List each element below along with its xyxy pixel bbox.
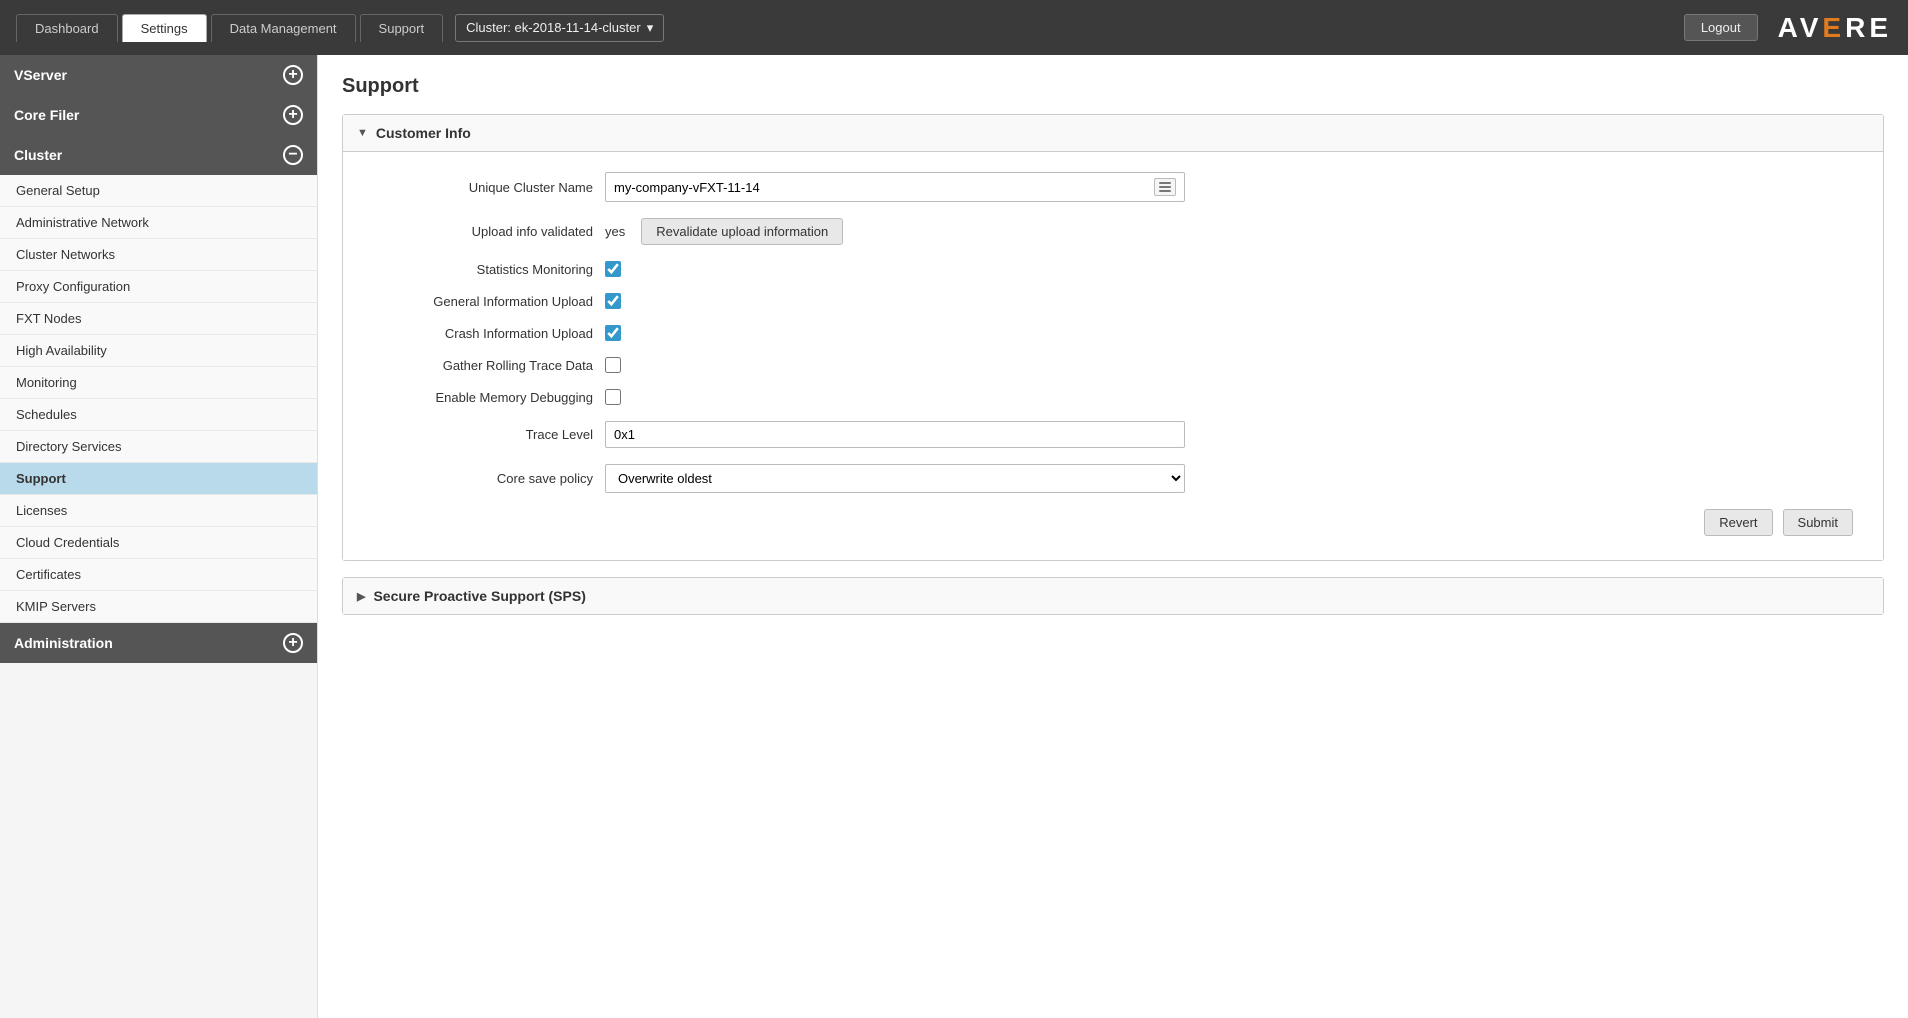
statistics-monitoring-row: Statistics Monitoring	[373, 261, 1853, 277]
vserver-expand-icon[interactable]: +	[283, 65, 303, 85]
revalidate-button[interactable]: Revalidate upload information	[641, 218, 843, 245]
gather-rolling-trace-row: Gather Rolling Trace Data	[373, 357, 1853, 373]
cluster-label: Cluster	[14, 147, 62, 163]
sidebar-section-administration[interactable]: Administration +	[0, 623, 317, 663]
revert-button[interactable]: Revert	[1704, 509, 1772, 536]
page-title: Support	[342, 75, 1884, 98]
upload-info-validated-row: Upload info validated yes Revalidate upl…	[373, 218, 1853, 245]
core-save-policy-value: Overwrite oldest Keep newest Disabled	[605, 464, 1185, 493]
list-icon[interactable]	[1154, 178, 1176, 196]
cluster-name: Cluster: ek-2018-11-14-cluster	[466, 20, 641, 35]
crash-info-upload-checkbox[interactable]	[605, 325, 621, 341]
statistics-monitoring-checkbox[interactable]	[605, 261, 621, 277]
sidebar-item-monitoring[interactable]: Monitoring	[0, 367, 317, 399]
trace-level-input[interactable]	[605, 421, 1185, 448]
sidebar-section-core-filer[interactable]: Core Filer +	[0, 95, 317, 135]
trace-level-value	[605, 421, 1185, 448]
upload-info-validated-label: Upload info validated	[373, 224, 593, 239]
core-save-policy-label: Core save policy	[373, 471, 593, 486]
unique-cluster-name-input[interactable]	[614, 180, 1154, 195]
gather-rolling-trace-label: Gather Rolling Trace Data	[373, 358, 593, 373]
unique-cluster-name-label: Unique Cluster Name	[373, 180, 593, 195]
trace-level-label: Trace Level	[373, 427, 593, 442]
statistics-monitoring-label: Statistics Monitoring	[373, 262, 593, 277]
avere-logo: AVERE	[1778, 12, 1892, 44]
administration-label: Administration	[14, 635, 113, 651]
topbar: Dashboard Settings Data Management Suppo…	[0, 0, 1908, 55]
gather-rolling-trace-value	[605, 357, 621, 373]
customer-info-body: Unique Cluster Name Upload info validate…	[343, 152, 1883, 560]
sidebar-item-kmip-servers[interactable]: KMIP Servers	[0, 591, 317, 623]
tab-data-management[interactable]: Data Management	[211, 14, 356, 42]
content: Support ▼ Customer Info Unique Cluster N…	[318, 55, 1908, 1018]
general-info-upload-row: General Information Upload	[373, 293, 1853, 309]
core-save-policy-select[interactable]: Overwrite oldest Keep newest Disabled	[605, 464, 1185, 493]
gather-rolling-trace-checkbox[interactable]	[605, 357, 621, 373]
main-layout: VServer + Core Filer + Cluster − General…	[0, 55, 1908, 1018]
sps-triangle-icon: ▶	[357, 590, 365, 603]
administration-expand-icon[interactable]: +	[283, 633, 303, 653]
sidebar-item-proxy-configuration[interactable]: Proxy Configuration	[0, 271, 317, 303]
sidebar-item-schedules[interactable]: Schedules	[0, 399, 317, 431]
tab-support[interactable]: Support	[360, 14, 444, 42]
cluster-selector[interactable]: Cluster: ek-2018-11-14-cluster ▾	[455, 14, 664, 42]
sidebar-item-administrative-network[interactable]: Administrative Network	[0, 207, 317, 239]
enable-memory-debug-value	[605, 389, 621, 405]
chevron-down-icon: ▾	[647, 20, 654, 36]
cluster-collapse-icon[interactable]: −	[283, 145, 303, 165]
sps-label: Secure Proactive Support (SPS)	[373, 588, 585, 604]
logout-button[interactable]: Logout	[1684, 14, 1758, 41]
sidebar-item-cloud-credentials[interactable]: Cloud Credentials	[0, 527, 317, 559]
customer-info-label: Customer Info	[376, 125, 471, 141]
enable-memory-debug-checkbox[interactable]	[605, 389, 621, 405]
sidebar-item-high-availability[interactable]: High Availability	[0, 335, 317, 367]
trace-level-row: Trace Level	[373, 421, 1853, 448]
sidebar-item-general-setup[interactable]: General Setup	[0, 175, 317, 207]
core-save-policy-row: Core save policy Overwrite oldest Keep n…	[373, 464, 1853, 493]
sps-header[interactable]: ▶ Secure Proactive Support (SPS)	[343, 578, 1883, 614]
upload-info-validated-value: yes Revalidate upload information	[605, 218, 843, 245]
enable-memory-debug-label: Enable Memory Debugging	[373, 390, 593, 405]
core-filer-label: Core Filer	[14, 107, 79, 123]
core-filer-expand-icon[interactable]: +	[283, 105, 303, 125]
sidebar-item-licenses[interactable]: Licenses	[0, 495, 317, 527]
sidebar-section-cluster[interactable]: Cluster −	[0, 135, 317, 175]
tab-settings[interactable]: Settings	[122, 14, 207, 42]
vserver-label: VServer	[14, 67, 67, 83]
enable-memory-debug-row: Enable Memory Debugging	[373, 389, 1853, 405]
general-info-upload-label: General Information Upload	[373, 294, 593, 309]
sps-section: ▶ Secure Proactive Support (SPS)	[342, 577, 1884, 615]
submit-button[interactable]: Submit	[1783, 509, 1853, 536]
general-info-upload-checkbox[interactable]	[605, 293, 621, 309]
sidebar-item-directory-services[interactable]: Directory Services	[0, 431, 317, 463]
tab-dashboard[interactable]: Dashboard	[16, 14, 118, 42]
sidebar-section-vserver[interactable]: VServer +	[0, 55, 317, 95]
form-buttons: Revert Submit	[373, 509, 1853, 536]
crash-info-upload-value	[605, 325, 621, 341]
sidebar: VServer + Core Filer + Cluster − General…	[0, 55, 318, 1018]
crash-info-upload-row: Crash Information Upload	[373, 325, 1853, 341]
sidebar-item-fxt-nodes[interactable]: FXT Nodes	[0, 303, 317, 335]
general-info-upload-value	[605, 293, 621, 309]
unique-cluster-name-input-wrapper[interactable]	[605, 172, 1185, 202]
customer-info-triangle: ▼	[357, 127, 368, 139]
unique-cluster-name-row: Unique Cluster Name	[373, 172, 1853, 202]
upload-validated-text: yes	[605, 224, 625, 239]
sidebar-item-certificates[interactable]: Certificates	[0, 559, 317, 591]
sidebar-item-cluster-networks[interactable]: Cluster Networks	[0, 239, 317, 271]
statistics-monitoring-value	[605, 261, 621, 277]
crash-info-upload-label: Crash Information Upload	[373, 326, 593, 341]
sidebar-item-support[interactable]: Support	[0, 463, 317, 495]
unique-cluster-name-value	[605, 172, 1185, 202]
customer-info-section: ▼ Customer Info Unique Cluster Name	[342, 114, 1884, 561]
customer-info-header[interactable]: ▼ Customer Info	[343, 115, 1883, 152]
